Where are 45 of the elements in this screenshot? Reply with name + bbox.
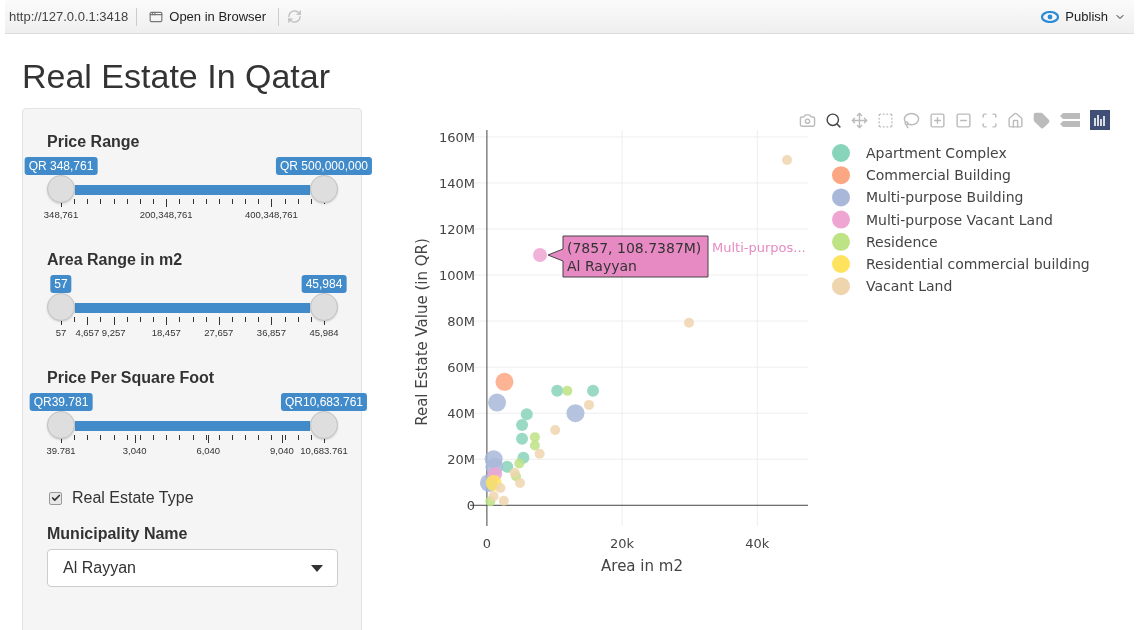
slider-tick-label: 6,040: [196, 445, 221, 456]
slider-tick-label: 45,984: [309, 327, 339, 338]
slider-tick-label: 348,761: [43, 209, 79, 220]
y-tick-label: 0: [466, 498, 475, 514]
slider-tick-label: 400,348,761: [244, 209, 298, 220]
y-tick-label: 80M: [447, 314, 475, 330]
slider-label: Price Range: [47, 133, 141, 151]
y-tick-label: 40M: [447, 406, 475, 422]
slider-value-label: QR39.781: [29, 393, 93, 411]
slider-label: Price Per Square Foot: [47, 369, 216, 387]
x-tick-label: 40k: [745, 536, 770, 551]
y-tick-label: 160M: [438, 129, 475, 145]
tooltip-text: (7857, 108.7387M): [567, 240, 702, 256]
y-tick-label: 140M: [438, 175, 475, 191]
y-tick-label: 100M: [438, 268, 475, 284]
slider-tick-label: 36,857: [256, 327, 286, 338]
y-axis-title: Real Estate Value (in QR): [413, 238, 431, 426]
y-tick-label: 20M: [447, 452, 475, 468]
y-tick-label: 120M: [438, 222, 475, 237]
y-tick-label: 60M: [447, 360, 475, 376]
select-label: Municipality Name: [47, 525, 189, 543]
slider-tick-label: 57: [55, 327, 67, 338]
slider-tick-label: 10,683.761: [300, 445, 348, 456]
slider-tick-label: 18,457: [151, 327, 181, 338]
slider-value-label: QR10,683.761: [280, 393, 368, 411]
checkbox-label: Real Estate Type: [72, 489, 194, 507]
slider-tick-label: 3,040: [122, 445, 147, 456]
slider-tick-label: 4,657: [75, 327, 100, 338]
slider-value-label: 57: [50, 275, 72, 293]
x-tick-label: 20k: [610, 536, 635, 551]
slider-tick-label: 9,257: [101, 327, 126, 338]
slider-value-label: QR 348,761: [24, 157, 98, 175]
slider-tick-label: 9,040: [270, 445, 294, 456]
slider-value-label: QR 500,000,000: [275, 157, 373, 175]
page-title: Real Estate In Qatar: [22, 56, 332, 96]
slider-value-label: 45,984: [301, 275, 347, 293]
slider-label: Area Range in m2: [47, 251, 184, 269]
slider-tick-label: 27,657: [204, 327, 234, 338]
slider-tick-label: 39.781: [46, 445, 76, 456]
slider-tick-label: 200,348,761: [139, 209, 193, 220]
x-axis-title: Area in m2: [601, 557, 683, 575]
x-tick-label: 0: [482, 536, 492, 551]
tooltip-trace-name: Multi-purpos...: [712, 240, 806, 255]
tooltip-text: Al Rayyan: [567, 258, 637, 274]
url-text: http://127.0.0.1:3418: [9, 9, 129, 24]
